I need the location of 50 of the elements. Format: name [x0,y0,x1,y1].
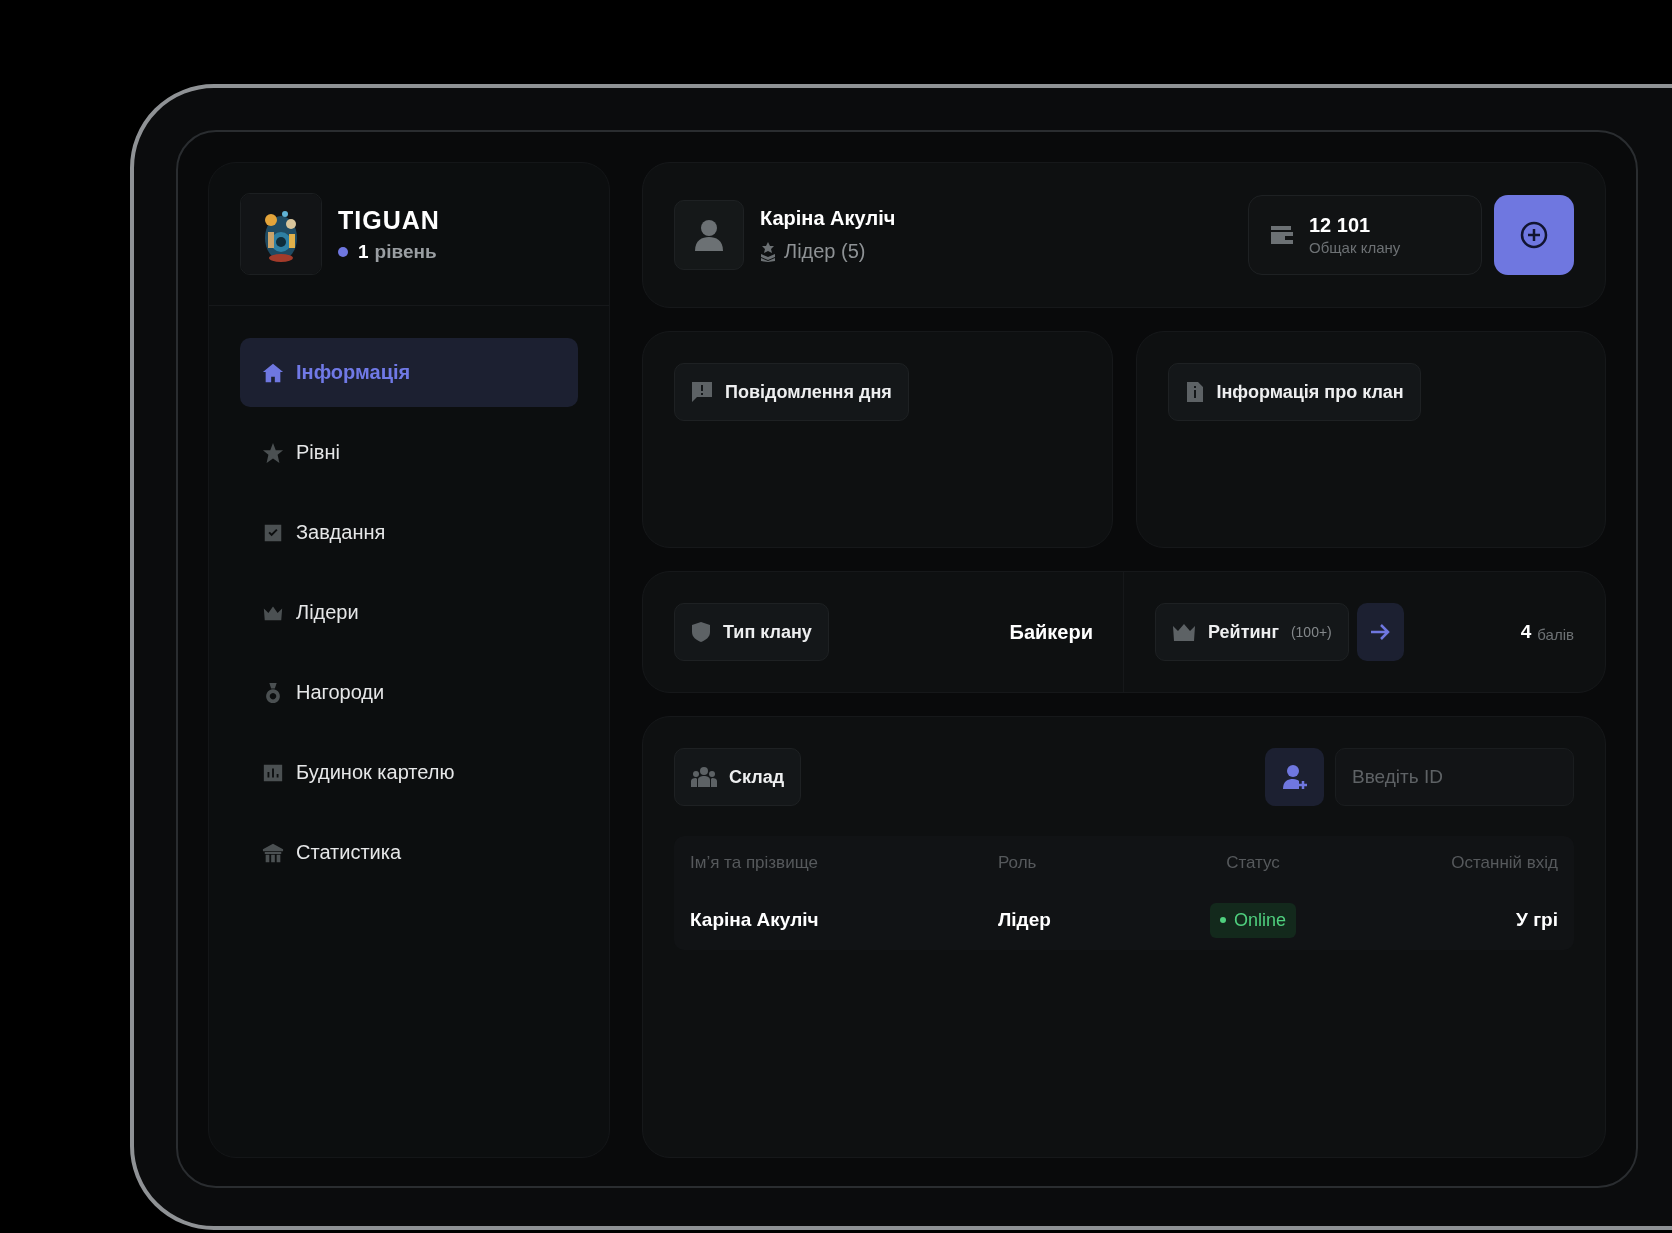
column-header: Статус [1225,853,1281,873]
rank-badge-icon [760,241,776,262]
level-dot-icon [338,246,348,257]
rating-label: Рейтинг [1208,621,1279,643]
player-name: Каріна Акуліч [760,207,896,230]
panel-title-text: Повідомлення дня [725,381,892,403]
home-icon [262,361,284,384]
treasury-amount: 12 101 [1309,214,1372,237]
nav-item[interactable]: Лідери [240,578,578,647]
level-label: рівень [374,240,437,263]
last-login: У грі [1515,909,1558,931]
level-number: 1 [358,240,369,263]
rating-hint: (100+) [1290,624,1332,640]
arrow-button[interactable] [1356,603,1404,661]
avatar-icon [674,200,744,270]
rating-unit: балів [1537,625,1574,643]
nav-item[interactable]: Нагороди [240,658,578,727]
arrow-right-icon [1369,622,1392,642]
player-role: Лідер (5) [784,240,866,263]
message-icon [691,381,713,403]
house-icon [262,841,284,864]
add-user-icon [1281,764,1308,790]
status-badge: Online [1210,902,1296,938]
star-icon [262,441,284,464]
add-button[interactable] [1494,195,1574,275]
nav-item[interactable]: Статистика [240,818,578,887]
group-icon [691,766,717,788]
id-input[interactable]: Введіть ID [1335,748,1574,806]
document-icon [1184,381,1205,403]
column-header: Ім’я та прізвище [690,853,819,873]
nav-item[interactable]: Рівні [240,418,578,487]
column-header: Останній вхід [1450,853,1558,873]
add-member-button[interactable] [1265,748,1324,806]
rating-points: 4 [1520,621,1532,643]
nav-item[interactable]: Інформація [240,338,578,407]
member-role: Лідер [998,909,1052,931]
clan-type-label: Тип клану [723,621,812,643]
clan-type-value: Байкери [1009,620,1093,644]
shield-icon [691,621,711,643]
nav-item[interactable]: Будинок картелю [240,738,578,807]
clan-name: TIGUAN [338,205,440,235]
crown-icon [1172,622,1196,642]
panel-title-text: Інформація про клан [1216,381,1404,403]
nav-item[interactable]: Завдання [240,498,578,567]
plus-circle-icon [1519,220,1549,250]
member-name: Каріна Акуліч [690,909,820,931]
treasury-label: Общак клану [1309,239,1401,256]
roster-title: Склад [729,766,785,788]
wallet-icon [1269,224,1295,246]
column-header: Роль [998,853,1038,873]
